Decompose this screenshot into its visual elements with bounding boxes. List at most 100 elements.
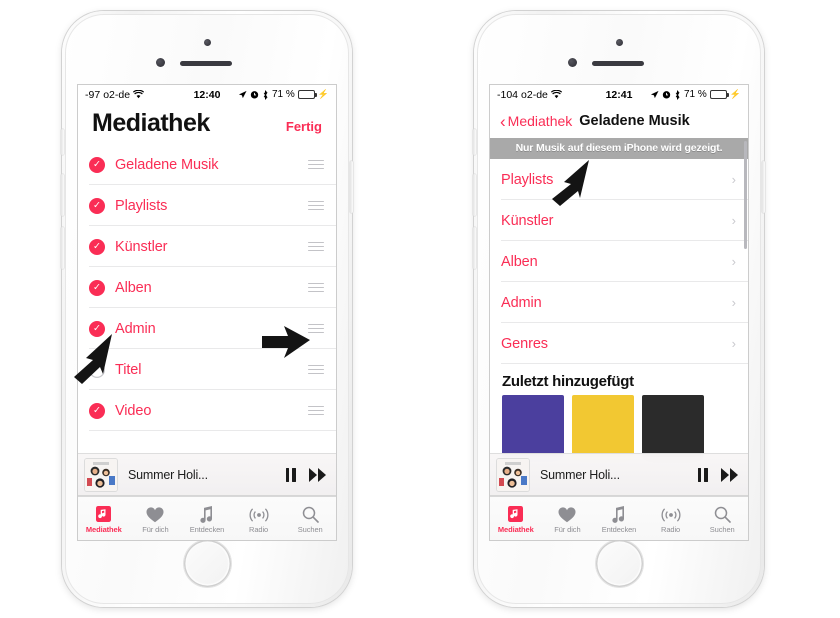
checkmark-icon[interactable]: ✓ [89,320,105,337]
volume-up-button[interactable] [473,174,476,216]
chevron-right-icon: › [731,295,736,310]
list-item[interactable]: Admin › [490,282,748,323]
list-item[interactable]: ✓ Playlists [78,185,336,226]
status-bar: -97 o2-de 12:40 71 % ⚡ [78,85,336,104]
done-button[interactable]: Fertig [286,119,322,134]
list-item-label: Playlists [115,197,168,214]
reorder-handle-icon[interactable] [308,200,324,211]
volume-down-button[interactable] [473,227,476,269]
bluetooth-icon [263,89,268,100]
reorder-handle-icon[interactable] [308,159,324,170]
back-button[interactable]: Mediathek [508,113,573,129]
silent-switch[interactable] [473,129,476,155]
iphone-device-left: -97 o2-de 12:40 71 % ⚡ Mediathek Fertig … [61,11,353,607]
unchecked-circle-icon[interactable]: ✓ [89,361,105,378]
power-button[interactable] [762,161,765,213]
list-item-label: Alben [501,253,538,270]
list-item-label: Admin [501,294,542,311]
chevron-right-icon: › [731,336,736,351]
tab-suchen[interactable]: Suchen [284,504,336,534]
front-camera-icon [615,39,623,46]
alarm-clock-icon [250,91,259,99]
tab-entdecken[interactable]: Entdecken [593,504,645,534]
tab-mediathek[interactable]: Mediathek [490,504,542,534]
checkmark-icon[interactable]: ✓ [89,238,105,255]
list-item-label: Künstler [501,212,554,229]
volume-down-button[interactable] [61,227,64,269]
list-item[interactable]: ✓ Admin [78,308,336,349]
chevron-left-icon[interactable]: ‹ [500,113,506,130]
reorder-handle-icon[interactable] [308,323,324,334]
info-banner: Nur Musik auf diesem iPhone wird gezeigt… [490,138,748,159]
battery-icon [297,90,317,99]
reorder-handle-icon[interactable] [308,241,324,252]
power-button[interactable] [350,161,353,213]
earpiece-speaker [180,61,232,66]
navigation-bar: ‹ Mediathek Geladene Musik [490,104,748,138]
radio-waves-icon [661,504,681,523]
heart-icon [558,504,576,523]
album-tile[interactable] [642,395,704,457]
tab-für-dich[interactable]: Für dich [542,504,594,534]
scrollbar[interactable] [744,141,747,249]
list-item[interactable]: Künstler › [490,200,748,241]
status-bar: -104 o2-de 12:41 71 % ⚡ [490,85,748,104]
status-bar-right: 71 % ⚡ [650,89,741,100]
list-item[interactable]: Playlists › [490,159,748,200]
downloaded-music-list: Playlists › Künstler › Alben › Admin › Genres › [490,159,748,364]
list-item[interactable]: ✓ Geladene Musik [78,144,336,185]
volume-up-button[interactable] [61,174,64,216]
album-tile[interactable] [502,395,564,457]
list-item-label: Alben [115,279,152,296]
tab-entdecken[interactable]: Entdecken [181,504,233,534]
reorder-handle-icon[interactable] [308,364,324,375]
search-icon [302,504,319,523]
list-item-label: Genres [501,335,548,352]
now-playing-bar[interactable]: Summer Holi... [78,453,336,496]
tab-label: Radio [661,524,681,534]
music-note-icon [199,504,214,523]
playback-controls [285,467,326,482]
tab-mediathek[interactable]: Mediathek [78,504,130,534]
chevron-right-icon: › [731,213,736,228]
radio-waves-icon [249,504,269,523]
checkmark-icon[interactable]: ✓ [89,279,105,296]
list-item[interactable]: ✓ Video [78,390,336,431]
tab-radio[interactable]: Radio [645,504,697,534]
checkmark-icon[interactable]: ✓ [89,197,105,214]
music-note-icon [611,504,626,523]
carrier-name: o2-de [103,88,131,101]
library-icon [95,504,112,523]
now-playing-bar[interactable]: Summer Holi... [490,453,748,496]
checkmark-icon[interactable]: ✓ [89,156,105,173]
library-options-list: ✓ Geladene Musik ✓ Playlists ✓ Künstler ✓ Alben… [78,144,336,431]
list-item[interactable]: ✓ Künstler [78,226,336,267]
pause-icon[interactable] [697,467,708,482]
phone-screen-right: -104 o2-de 12:41 71 % ⚡ ‹ Mediathek Gela… [490,85,748,540]
fast-forward-icon[interactable] [309,467,326,482]
pause-icon[interactable] [285,467,296,482]
list-item[interactable]: ✓ Titel [78,349,336,390]
list-item[interactable]: Alben › [490,241,748,282]
reorder-handle-icon[interactable] [308,282,324,293]
tab-label: Entdecken [601,524,637,534]
status-bar-right: 71 % ⚡ [238,89,329,100]
checkmark-icon[interactable]: ✓ [89,402,105,419]
tab-label: Entdecken [189,524,225,534]
list-item[interactable]: Genres › [490,323,748,364]
reorder-handle-icon[interactable] [308,405,324,416]
section-heading: Zuletzt hinzugefügt [502,373,634,390]
front-camera-icon [203,39,211,46]
home-button[interactable] [595,540,643,587]
proximity-sensor-icon [156,58,165,67]
silent-switch[interactable] [61,129,64,155]
tab-für-dich[interactable]: Für dich [130,504,182,534]
location-arrow-icon [238,90,247,99]
tab-suchen[interactable]: Suchen [696,504,748,534]
tab-radio[interactable]: Radio [233,504,285,534]
fast-forward-icon[interactable] [721,467,738,482]
album-tile[interactable] [572,395,634,457]
list-item[interactable]: ✓ Alben [78,267,336,308]
home-button[interactable] [183,540,231,587]
list-item-label: Playlists [501,171,554,188]
